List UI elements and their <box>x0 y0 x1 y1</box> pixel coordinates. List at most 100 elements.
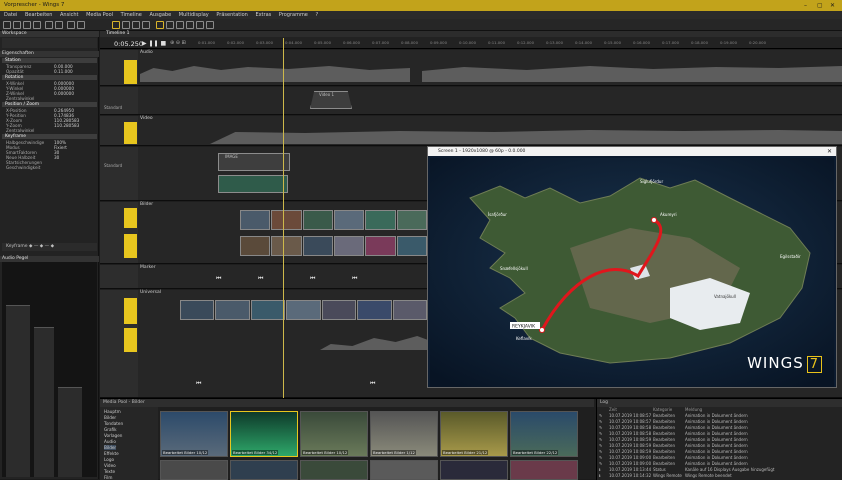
image-clip[interactable] <box>218 175 288 193</box>
track-header[interactable] <box>100 265 138 288</box>
automation-curve[interactable] <box>320 336 428 350</box>
log-row[interactable]: ℹ 10.07.2019 10:14:32 Wings Remote Wings Re… <box>597 473 842 479</box>
track-audio[interactable]: Audio <box>100 50 842 86</box>
media-thumb-selected[interactable]: Bearbeitet Bilder 34/12 <box>230 411 298 457</box>
title-bar: Vorprescher - Wings 7 – ▢ ✕ <box>0 0 842 11</box>
audio-waveform[interactable] <box>140 66 410 82</box>
tree-item[interactable]: Tondaten <box>104 421 123 426</box>
image-strip[interactable] <box>180 300 428 320</box>
properties-header: Eigenschaften <box>0 51 99 57</box>
tree-item[interactable]: Texte <box>104 469 115 474</box>
track-video[interactable]: Video <box>100 116 842 146</box>
menu-datei[interactable]: Datei <box>4 12 17 18</box>
output-icon[interactable] <box>77 21 85 29</box>
tree-item[interactable]: Bilder <box>104 415 116 420</box>
track-audio-2[interactable]: Standard Video 1 <box>100 87 842 115</box>
workspace-tools[interactable] <box>2 38 97 48</box>
image-strip[interactable] <box>240 210 428 230</box>
monitor-icon[interactable] <box>176 21 184 29</box>
toolbar <box>0 19 842 31</box>
undo-icon[interactable] <box>45 21 53 29</box>
track-color <box>124 234 137 258</box>
marker-icon[interactable]: ⏮ <box>352 275 357 283</box>
zoom-icon[interactable]: ⊕ ⊖ ⊞ <box>170 40 186 46</box>
video-clip[interactable]: Video 1 <box>310 91 352 109</box>
time-ruler[interactable]: 0:05.250 ▶ ❚❚ ■ ⊕ ⊖ ⊞ 0:01.000 0:02.000 … <box>100 37 842 49</box>
close-button[interactable]: ✕ <box>830 0 835 11</box>
media-thumb[interactable]: Bearbeitet Bilder 21/12 <box>440 411 508 457</box>
media-thumb[interactable] <box>160 460 228 480</box>
log-header: Log <box>597 399 842 407</box>
media-thumb[interactable] <box>300 460 368 480</box>
menu-media-pool[interactable]: Media Pool <box>86 12 113 18</box>
section-rotation[interactable]: Rotation <box>2 75 97 80</box>
save-as-icon[interactable] <box>33 21 41 29</box>
save-icon[interactable] <box>23 21 31 29</box>
menu-ausgabe[interactable]: Ausgabe <box>149 12 171 18</box>
video-waveform[interactable] <box>210 130 842 144</box>
copy-icon[interactable] <box>122 21 130 29</box>
media-thumb[interactable] <box>230 460 298 480</box>
meter-channel-mid <box>34 327 54 477</box>
tree-item[interactable]: Video <box>104 463 116 468</box>
tree-item[interactable]: Grafik <box>104 427 117 432</box>
menu-praesentation[interactable]: Präsentation <box>216 12 248 18</box>
menu-extras[interactable]: Extras <box>255 12 271 18</box>
minimize-button[interactable]: – <box>804 0 807 11</box>
media-thumb[interactable]: Bearbeitet Bilder 10/12 <box>300 411 368 457</box>
section-keyframe[interactable]: Keyframe <box>2 134 97 139</box>
media-thumb[interactable] <box>510 460 578 480</box>
log-panel: Log Zeit Kategorie Meldung ✎ 10.07.2019 1… <box>596 399 842 480</box>
play-icon[interactable]: ▶ ❚❚ ■ <box>142 40 166 47</box>
tree-item[interactable]: Film <box>104 475 113 480</box>
redo-icon[interactable] <box>55 21 63 29</box>
media-thumb[interactable]: Bearbeitet Bilder 22/12 <box>510 411 578 457</box>
marker-icon[interactable]: ⏮ <box>196 380 201 388</box>
tree-item[interactable]: Effekte <box>104 451 119 456</box>
preview-window: Screen 1 - 1920x1080 @ 60p - 0.0.000 ✕ S… <box>427 146 837 388</box>
menu-programme[interactable]: Programme <box>279 12 308 18</box>
keyframe-navigator[interactable]: Keyframe ◆ — ◆ — ◆ <box>2 243 97 251</box>
timecode: 0:05.250 <box>114 40 144 48</box>
info-icon[interactable] <box>206 21 214 29</box>
new-icon[interactable] <box>3 21 11 29</box>
paste-icon[interactable] <box>132 21 140 29</box>
cut-icon[interactable] <box>112 21 120 29</box>
tree-item[interactable]: Hauptm <box>104 409 121 414</box>
settings-icon[interactable] <box>186 21 194 29</box>
media-thumb[interactable]: Bearbeitet Bilder 10/12 <box>160 411 228 457</box>
track-header[interactable] <box>100 147 138 200</box>
tree-item-selected[interactable]: Bilder <box>104 445 117 450</box>
image-strip[interactable] <box>240 236 428 256</box>
tree-item[interactable]: Vorlagen <box>104 433 122 438</box>
marker-icon[interactable]: ⏮ <box>310 275 315 283</box>
marker-icon[interactable]: ⏮ <box>258 275 263 283</box>
media-thumb[interactable] <box>370 460 438 480</box>
section-station[interactable]: Station <box>2 58 97 63</box>
tree-item[interactable]: Logo <box>104 457 114 462</box>
playhead[interactable] <box>283 38 284 398</box>
meter-channel-right <box>58 387 82 477</box>
grid-icon[interactable] <box>166 21 174 29</box>
screen-icon[interactable] <box>67 21 75 29</box>
menu-bearbeiten[interactable]: Bearbeiten <box>25 12 52 18</box>
preview-titlebar[interactable]: Screen 1 - 1920x1080 @ 60p - 0.0.000 ✕ <box>428 147 836 156</box>
marker-icon[interactable]: ⏮ <box>216 275 221 283</box>
delete-icon[interactable] <box>142 21 150 29</box>
open-icon[interactable] <box>13 21 21 29</box>
image-clip[interactable]: IMAGE <box>218 153 290 171</box>
gear-icon[interactable] <box>196 21 204 29</box>
menu-multidisplay[interactable]: Multidisplay <box>179 12 209 18</box>
marker-icon[interactable]: ⏮ <box>370 380 375 388</box>
media-thumb[interactable] <box>440 460 508 480</box>
maximize-button[interactable]: ▢ <box>817 0 823 11</box>
menu-help[interactable]: ? <box>315 12 318 18</box>
audio-waveform[interactable] <box>422 66 842 82</box>
preview-close-icon[interactable]: ✕ <box>827 147 832 156</box>
media-thumb[interactable]: Bearbeitet Bilder 1/12 <box>370 411 438 457</box>
tree-item[interactable]: Audio <box>104 439 116 444</box>
menu-ansicht[interactable]: Ansicht <box>60 12 78 18</box>
menu-timeline[interactable]: Timeline <box>121 12 142 18</box>
light-icon[interactable] <box>156 21 164 29</box>
section-position-zoom[interactable]: Position / Zoom <box>2 102 97 107</box>
